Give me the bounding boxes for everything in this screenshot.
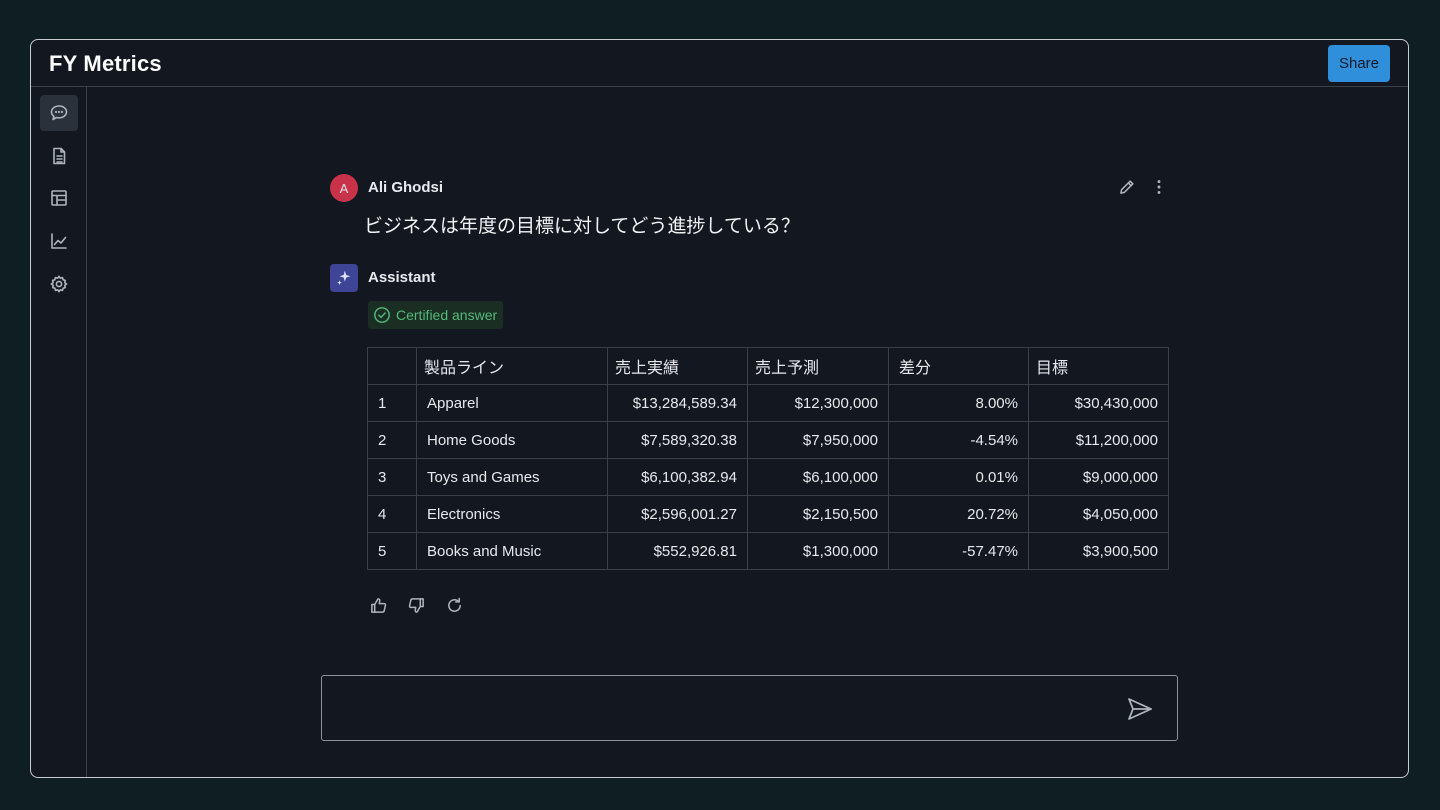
cell-target: $3,900,500 [1028,532,1169,570]
sidebar-item-chat[interactable] [40,95,78,131]
table-row: 1 Apparel $13,284,589.34 $12,300,000 8.0… [367,384,1169,422]
user-name: Ali Ghodsi [368,179,443,196]
cell-target: $9,000,000 [1028,458,1169,496]
table-row: 5 Books and Music $552,926.81 $1,300,000… [367,532,1169,570]
sidebar [31,87,87,777]
send-icon [1128,698,1152,720]
column-header-index [367,347,417,385]
sidebar-item-charts[interactable] [40,223,78,259]
sidebar-item-documents[interactable] [40,138,78,174]
assistant-avatar [330,264,358,292]
column-header-product-line: 製品ライン [416,347,608,385]
cell-forecast: $7,950,000 [747,421,889,459]
thumbs-down-button[interactable] [406,595,426,615]
thumbs-up-icon [370,597,386,613]
share-button[interactable]: Share [1328,45,1390,82]
feedback-actions [368,595,464,615]
row-index: 3 [367,458,417,496]
sidebar-item-tables[interactable] [40,180,78,216]
document-icon [53,147,66,165]
thumbs-up-button[interactable] [368,595,388,615]
badge-label: Certified answer [396,307,498,323]
table-row: 3 Toys and Games $6,100,382.94 $6,100,00… [367,458,1169,496]
column-header-forecast: 売上予測 [747,347,889,385]
pencil-icon [1120,180,1134,194]
cell-difference: -4.54% [888,421,1029,459]
cell-forecast: $1,300,000 [747,532,889,570]
cell-difference: 0.01% [888,458,1029,496]
user-question: ビジネスは年度の目標に対してどう進捗している？ [364,215,800,237]
refresh-icon [447,597,461,612]
avatar: A [330,174,358,202]
column-header-actual-sales: 売上実績 [607,347,748,385]
title-bar: FY Metrics Share [31,40,1408,87]
cell-product-line: Toys and Games [416,458,608,496]
check-circle-icon [374,307,390,323]
cell-difference: 20.72% [888,495,1029,533]
cell-actual-sales: $6,100,382.94 [607,458,748,496]
cell-actual-sales: $2,596,001.27 [607,495,748,533]
app-window: FY Metrics Share A Ali Ghodsi ビジネスは年度の目標… [30,39,1409,778]
cell-target: $11,200,000 [1028,421,1169,459]
column-header-target: 目標 [1028,347,1169,385]
row-index: 4 [367,495,417,533]
more-options-button[interactable] [1149,176,1169,198]
cell-target: $4,050,000 [1028,495,1169,533]
table-row: 4 Electronics $2,596,001.27 $2,150,500 2… [367,495,1169,533]
cell-actual-sales: $13,284,589.34 [607,384,748,422]
chat-panel: A Ali Ghodsi ビジネスは年度の目標に対してどう進捗している？ Ass… [87,87,1408,777]
cell-actual-sales: $552,926.81 [607,532,748,570]
cell-difference: -57.47% [888,532,1029,570]
app-title: FY Metrics [49,51,162,76]
cell-product-line: Electronics [416,495,608,533]
thumbs-down-icon [408,597,424,613]
cell-target: $30,430,000 [1028,384,1169,422]
assistant-name: Assistant [368,269,436,286]
gear-icon [50,275,68,293]
certified-answer-badge: Certified answer [368,301,504,329]
table-row: 2 Home Goods $7,589,320.38 $7,950,000 -4… [367,421,1169,459]
cell-product-line: Apparel [416,384,608,422]
row-index: 2 [367,421,417,459]
results-table: 製品ライン 売上実績 売上予測 差分 目標 1 Apparel $13,284,… [367,347,1169,570]
message-composer [321,675,1178,742]
cell-forecast: $6,100,000 [747,458,889,496]
table-header-row: 製品ライン 売上実績 売上予測 差分 目標 [367,347,1169,385]
kebab-menu-icon [1157,180,1161,194]
regenerate-button[interactable] [444,595,464,615]
send-button[interactable] [1125,694,1155,724]
row-index: 5 [367,532,417,570]
cell-actual-sales: $7,589,320.38 [607,421,748,459]
column-header-difference: 差分 [888,347,1029,385]
cell-product-line: Home Goods [416,421,608,459]
chat-bubble-icon [50,105,68,121]
message-actions [1117,176,1169,198]
cell-forecast: $12,300,000 [747,384,889,422]
edit-button[interactable] [1117,176,1137,198]
cell-difference: 8.00% [888,384,1029,422]
message-input[interactable] [334,676,1118,742]
line-chart-icon [51,233,67,249]
sidebar-item-settings[interactable] [40,266,78,302]
table-icon [51,190,67,206]
sparkle-icon [337,270,351,286]
cell-product-line: Books and Music [416,532,608,570]
row-index: 1 [367,384,417,422]
cell-forecast: $2,150,500 [747,495,889,533]
